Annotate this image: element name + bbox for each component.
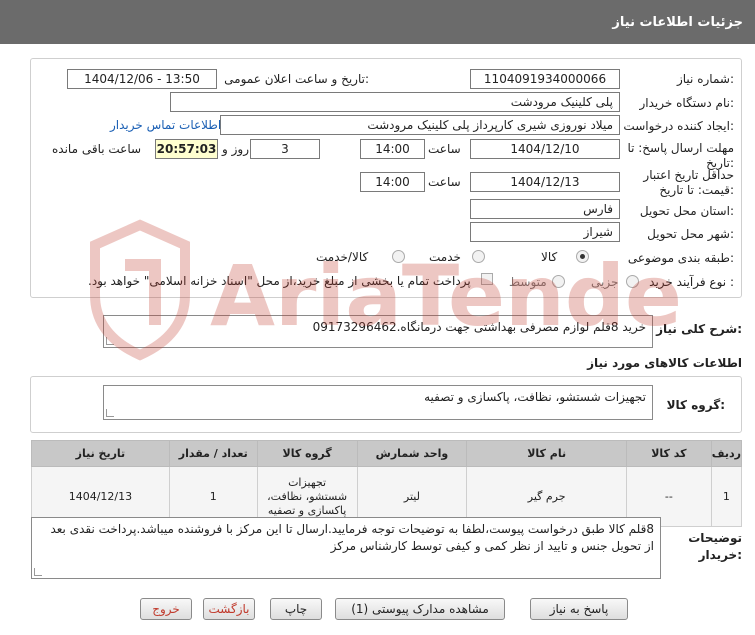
process-minor-label: جزیی bbox=[591, 275, 619, 289]
goods-table-header: ردیف کد کالا نام کالا واحد شمارش گروه کا… bbox=[31, 440, 743, 467]
deadline-date-field: 1404/12/10 bbox=[470, 139, 620, 159]
city-field: شیراز bbox=[470, 222, 620, 242]
summary-textarea: خرید 8قلم لوازم مصرفی بهداشتی جهت درمانگ… bbox=[103, 315, 653, 348]
validity-date-field: 1404/12/13 bbox=[470, 172, 620, 192]
announce-date-label: تاریخ و ساعت اعلان عمومی: bbox=[224, 72, 369, 86]
category-label: طبقه بندی موضوعی: bbox=[627, 251, 734, 265]
deadline-time-field: 14:00 bbox=[360, 139, 425, 159]
buyer-notes-textarea: 8قلم کالا طبق درخواست پیوست،لطفا به توضی… bbox=[31, 517, 661, 579]
exit-button[interactable]: خروج bbox=[140, 598, 192, 620]
deadline-label: مهلت ارسال پاسخ: تا bbox=[627, 141, 734, 155]
summary-label: شرح کلی نیاز: bbox=[656, 322, 742, 336]
goods-group-text: تجهیزات شستشو، نظافت، پاکسازی و تصفیه bbox=[424, 390, 646, 404]
goods-table: ردیف کد کالا نام کالا واحد شمارش گروه کا… bbox=[31, 440, 743, 527]
announce-date-field: 1404/12/06 - 13:50 bbox=[67, 69, 217, 89]
treasury-payment-note: پرداخت تمام یا بخشی از مبلغ خرید،از محل … bbox=[88, 274, 471, 288]
province-field: فارس bbox=[470, 199, 620, 219]
page-title: جزئیات اطلاعات نیاز bbox=[612, 15, 743, 30]
category-both-label: کالا/خدمت bbox=[316, 250, 369, 264]
buyer-org-field: پلی کلینیک مرودشت bbox=[170, 92, 620, 112]
col-header-row-number: ردیف bbox=[710, 440, 743, 467]
validity-label: حداقل تاریخ اعتبار bbox=[643, 168, 734, 182]
buyer-notes-text: 8قلم کالا طبق درخواست پیوست،لطفا به توضی… bbox=[50, 522, 654, 553]
need-number-field: 1104091934000066 bbox=[470, 69, 620, 89]
resize-handle-icon[interactable] bbox=[34, 568, 42, 576]
process-medium-radio[interactable] bbox=[552, 275, 565, 288]
goods-group-textarea: تجهیزات شستشو، نظافت، پاکسازی و تصفیه bbox=[103, 385, 653, 420]
category-both-radio[interactable] bbox=[392, 250, 405, 263]
creator-label: ایجاد کننده درخواست: bbox=[623, 119, 734, 133]
buyer-notes-label: توضیحات bbox=[688, 531, 742, 545]
buyer-contact-link[interactable]: اطلاعات تماس خریدار bbox=[110, 118, 221, 132]
col-header-need-date: تاریخ نیاز bbox=[31, 440, 170, 467]
category-service-label: خدمت bbox=[429, 250, 461, 264]
view-attachments-button[interactable]: مشاهده مدارک پیوستی (1) bbox=[335, 598, 505, 620]
page-header: جزئیات اطلاعات نیاز bbox=[0, 0, 755, 44]
days-label: روز و bbox=[222, 142, 249, 156]
goods-section-title: اطلاعات کالاهای مورد نیاز bbox=[587, 356, 742, 370]
process-label: نوع فرآیند خرید : bbox=[649, 275, 734, 289]
col-header-unit: واحد شمارش bbox=[356, 440, 468, 467]
col-header-code: کد کالا bbox=[625, 440, 712, 467]
buyer-org-label: نام دستگاه خریدار: bbox=[639, 96, 735, 110]
category-service-radio[interactable] bbox=[472, 250, 485, 263]
category-goods-label: کالا bbox=[541, 250, 558, 264]
print-button[interactable]: چاپ bbox=[270, 598, 322, 620]
validity-time-field: 14:00 bbox=[360, 172, 425, 192]
days-remaining-field: 3 bbox=[250, 139, 320, 159]
need-number-label: شماره نیاز: bbox=[676, 72, 734, 86]
back-button[interactable]: بازگشت bbox=[203, 598, 255, 620]
province-label: استان محل تحویل: bbox=[639, 204, 734, 218]
city-label: شهر محل تحویل: bbox=[647, 227, 734, 241]
creator-field: میلاد نوروزی شیری کارپرداز پلی کلینیک مر… bbox=[220, 115, 620, 135]
remaining-time-field: 20:57:03 bbox=[155, 139, 218, 159]
col-header-name: نام کالا bbox=[466, 440, 627, 467]
process-medium-label: متوسط bbox=[509, 275, 547, 289]
cell-row-number: 1 bbox=[710, 466, 743, 527]
category-goods-radio[interactable] bbox=[576, 250, 589, 263]
resize-handle-icon[interactable] bbox=[106, 337, 114, 345]
goods-group-label: گروه کالا: bbox=[666, 398, 725, 412]
validity-label-date: قیمت: تا تاریخ: bbox=[659, 183, 734, 197]
col-header-quantity: تعداد / مقدار bbox=[168, 440, 258, 467]
resize-handle-icon[interactable] bbox=[106, 409, 114, 417]
treasury-payment-checkbox[interactable] bbox=[481, 273, 493, 285]
reply-button[interactable]: پاسخ به نیاز bbox=[530, 598, 628, 620]
deadline-time-label: ساعت bbox=[428, 142, 461, 156]
summary-text: خرید 8قلم لوازم مصرفی بهداشتی جهت درمانگ… bbox=[312, 320, 646, 334]
buyer-notes-label-2: خریدار: bbox=[698, 548, 742, 562]
validity-time-label: ساعت bbox=[428, 175, 461, 189]
col-header-group: گروه کالا bbox=[256, 440, 358, 467]
remaining-time-label: ساعت باقی مانده bbox=[52, 142, 142, 156]
process-minor-radio[interactable] bbox=[626, 275, 639, 288]
